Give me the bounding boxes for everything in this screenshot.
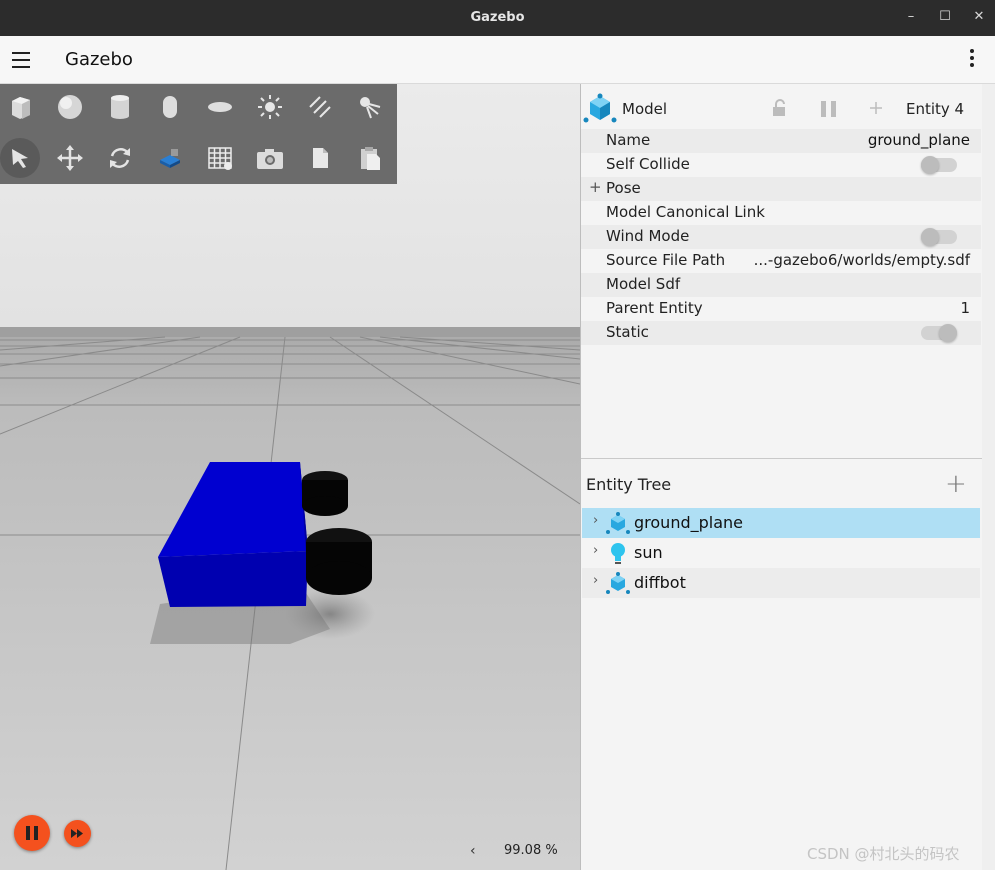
window-title: Gazebo xyxy=(470,10,525,25)
static-toggle[interactable] xyxy=(921,324,957,342)
property-row-source-file: Source File Path ...-gazebo6/worlds/empt… xyxy=(581,249,981,273)
step-button[interactable] xyxy=(64,820,91,847)
watermark: CSDN @村北头的码农 xyxy=(807,845,960,863)
model-icon xyxy=(583,93,617,123)
panel-splitter[interactable] xyxy=(581,458,983,459)
chevron-right-icon[interactable]: › xyxy=(593,513,598,528)
property-key: Wind Mode xyxy=(606,227,690,245)
right-panel: Model Entity 4 Name ground_plane Self Co… xyxy=(580,84,983,870)
chevron-right-icon[interactable]: › xyxy=(593,543,598,558)
translate-icon[interactable] xyxy=(50,138,90,178)
menu-icon[interactable] xyxy=(12,52,30,68)
property-key: Model Canonical Link xyxy=(606,203,765,221)
component-type-label: Model xyxy=(622,100,668,118)
property-value[interactable]: ground_plane xyxy=(868,131,970,149)
property-value: 1 xyxy=(960,299,970,317)
select-arrow-icon[interactable] xyxy=(0,138,40,178)
paste-icon[interactable] xyxy=(350,138,390,178)
spot-light-icon[interactable] xyxy=(350,87,390,127)
real-time-factor: 99.08 % xyxy=(504,843,558,858)
app-title: Gazebo xyxy=(65,49,133,70)
light-bulb-icon xyxy=(611,543,625,564)
property-key: Static xyxy=(606,323,649,341)
tree-item-ground-plane[interactable]: › ground_plane xyxy=(582,508,980,538)
entity-tree-title: Entity Tree xyxy=(586,475,672,494)
wind-mode-toggle[interactable] xyxy=(921,228,957,246)
fast-forward-icon xyxy=(71,829,83,838)
more-options-icon[interactable] xyxy=(968,49,976,71)
property-row-static: Static xyxy=(581,321,981,345)
lock-icon[interactable] xyxy=(771,99,787,117)
property-key: Name xyxy=(606,131,651,149)
expand-icon[interactable]: + xyxy=(589,178,602,196)
property-row-wind-mode: Wind Mode xyxy=(581,225,981,249)
grid-config-icon[interactable] xyxy=(200,138,240,178)
directional-light-icon[interactable] xyxy=(300,87,340,127)
pause-icon xyxy=(26,826,38,840)
add-entity-icon[interactable]: + xyxy=(945,469,967,499)
property-key: Self Collide xyxy=(606,155,690,173)
scene-3d-viewport[interactable] xyxy=(0,84,580,870)
property-key: Parent Entity xyxy=(606,299,703,317)
self-collide-toggle[interactable] xyxy=(921,156,957,174)
sphere-icon[interactable] xyxy=(50,87,90,127)
component-inspector-header: Model Entity 4 xyxy=(581,84,983,132)
property-row-model-sdf: Model Sdf xyxy=(581,273,981,297)
ellipsoid-icon[interactable] xyxy=(200,87,240,127)
property-key: Pose xyxy=(606,179,641,197)
maximize-button[interactable]: ☐ xyxy=(937,9,953,25)
pause-button[interactable] xyxy=(14,815,50,851)
pause-updates-icon[interactable] xyxy=(819,100,839,118)
property-row-canonical-link: Model Canonical Link xyxy=(581,201,981,225)
entity-id-label: Entity 4 xyxy=(906,100,965,118)
close-button[interactable]: ✕ xyxy=(971,9,987,25)
scene-toolbar xyxy=(0,84,397,184)
tree-item-label: sun xyxy=(634,543,663,562)
panel-scrollbar[interactable] xyxy=(982,84,995,870)
model-icon xyxy=(606,512,630,534)
model-icon xyxy=(606,572,630,594)
capsule-icon[interactable] xyxy=(150,87,190,127)
collapse-stats-button[interactable]: ‹ xyxy=(470,843,476,859)
property-key: Model Sdf xyxy=(606,275,681,293)
entity-tree-header: Entity Tree + xyxy=(581,467,983,503)
tree-item-diffbot[interactable]: › diffbot xyxy=(582,568,980,598)
app-header: Gazebo xyxy=(0,36,995,84)
property-row-self-collide: Self Collide xyxy=(581,153,981,177)
property-row-name: Name ground_plane xyxy=(581,129,981,153)
window-titlebar: Gazebo – ☐ ✕ xyxy=(0,0,995,36)
cylinder-icon[interactable] xyxy=(100,87,140,127)
property-row-parent-entity: Parent Entity 1 xyxy=(581,297,981,321)
point-light-icon[interactable] xyxy=(250,87,290,127)
property-value: ...-gazebo6/worlds/empty.sdf xyxy=(753,251,970,269)
chevron-right-icon[interactable]: › xyxy=(593,573,598,588)
copy-icon[interactable] xyxy=(300,138,340,178)
screenshot-icon[interactable] xyxy=(250,138,290,178)
property-row-pose[interactable]: + Pose xyxy=(581,177,981,201)
minimize-button[interactable]: – xyxy=(903,9,919,25)
rotate-icon[interactable] xyxy=(100,138,140,178)
tree-item-label: diffbot xyxy=(634,573,686,592)
add-component-icon[interactable] xyxy=(869,101,883,115)
tree-item-label: ground_plane xyxy=(634,513,743,532)
property-key: Source File Path xyxy=(606,251,726,269)
transform-control-icon[interactable] xyxy=(150,138,190,178)
tree-item-sun[interactable]: › sun xyxy=(582,538,980,568)
box-icon[interactable] xyxy=(0,87,40,127)
